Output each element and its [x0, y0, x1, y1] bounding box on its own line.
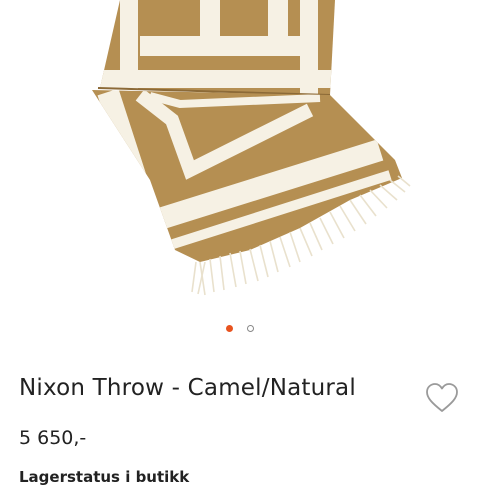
- product-price: 5 650,-: [19, 427, 87, 449]
- product-title: Nixon Throw - Camel/Natural: [19, 375, 356, 401]
- gallery-dot-1[interactable]: [226, 324, 233, 332]
- product-image: [92, 0, 411, 296]
- stock-status-heading[interactable]: Lagerstatus i butikk: [19, 468, 189, 486]
- heart-outline-icon: [426, 383, 458, 412]
- favorite-button[interactable]: [424, 381, 460, 415]
- gallery-dot-2[interactable]: [247, 324, 254, 332]
- gallery-pagination: [0, 322, 480, 334]
- product-image-gallery[interactable]: [0, 0, 480, 310]
